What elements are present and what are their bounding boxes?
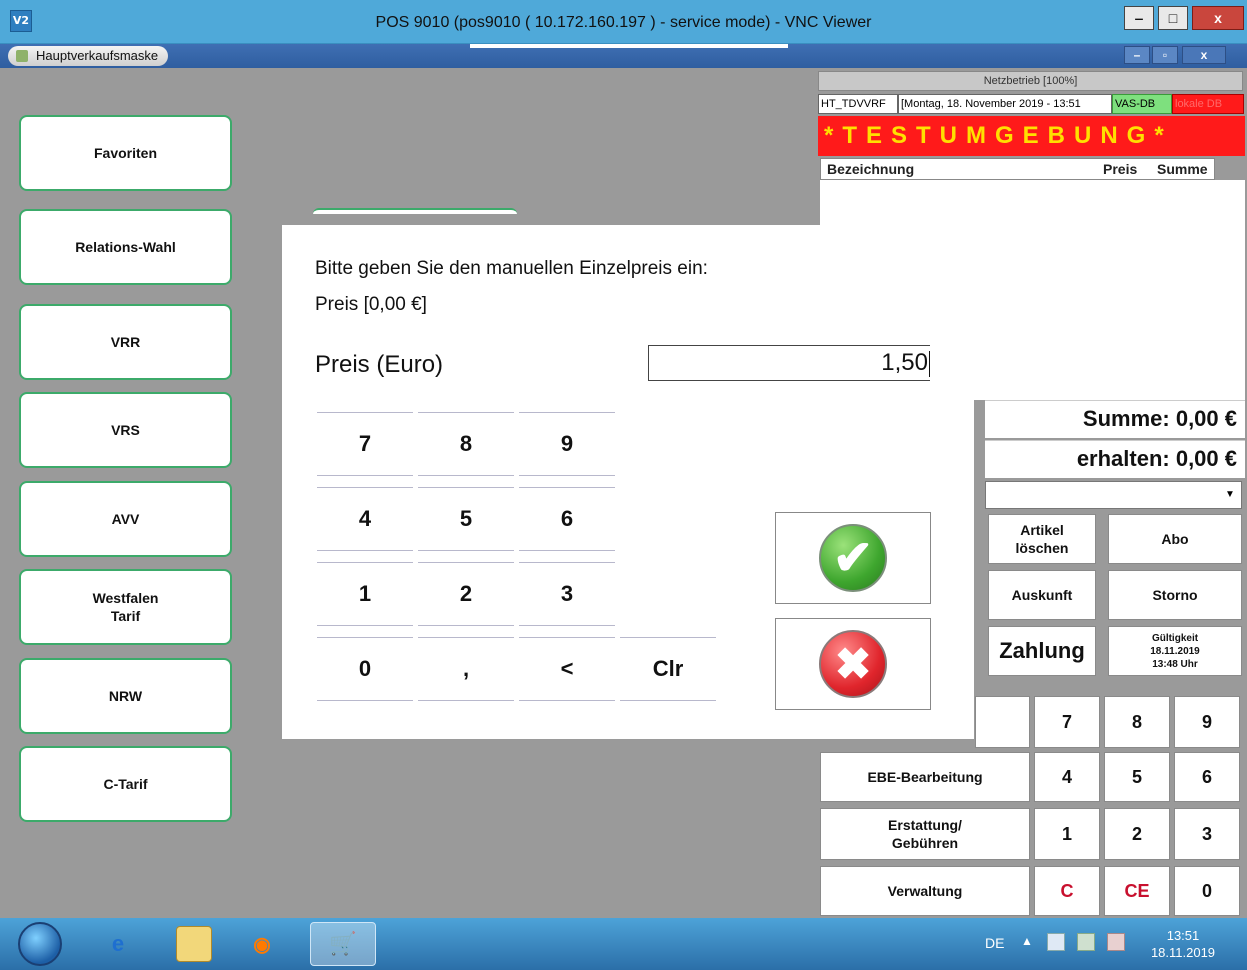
app-restore-button[interactable]: ▫	[1152, 46, 1178, 64]
numpad-5[interactable]: 5	[1104, 752, 1170, 802]
numpad-6[interactable]: 6	[1174, 752, 1240, 802]
gueltigkeit-button[interactable]: Gültigkeit 18.11.2019 13:48 Uhr	[1108, 626, 1242, 676]
verwaltung-button[interactable]: Verwaltung	[820, 866, 1030, 916]
window-title: POS 9010 (pos9010 ( 10.172.160.197 ) - s…	[375, 14, 872, 31]
clear-button[interactable]: C	[1034, 866, 1100, 916]
test-environment-banner: *TESTUMGEBUNG*	[818, 116, 1245, 156]
dialog-key-backspace[interactable]: <	[519, 637, 615, 701]
received-amount: erhalten: 0,00 €	[985, 440, 1245, 478]
local-db-badge: lokale DB	[1172, 94, 1244, 114]
sidebar-item-relations-wahl[interactable]: Relations-Wahl	[19, 209, 232, 285]
abo-button[interactable]: Abo	[1108, 514, 1242, 564]
app-close-button[interactable]: x	[1182, 46, 1226, 64]
taskbar-clock[interactable]: 13:51 18.11.2019	[1147, 927, 1219, 961]
minimize-button[interactable]: ‒	[1124, 6, 1154, 30]
tray-expand-icon[interactable]: ▲	[1021, 934, 1033, 948]
selection-dropdown[interactable]: ▼	[985, 481, 1242, 509]
clock-date: 18.11.2019	[1150, 945, 1216, 960]
col-summe: Summe	[1157, 161, 1208, 177]
price-input-value: 1,50	[881, 349, 928, 376]
vnc-title-bar: V2 POS 9010 (pos9010 ( 10.172.160.197 ) …	[0, 0, 1247, 44]
volume-icon[interactable]	[1107, 933, 1125, 951]
auskunft-button[interactable]: Auskunft	[988, 570, 1096, 620]
price-entry-dialog: Bitte geben Sie den manuellen Einzelprei…	[282, 225, 974, 739]
price-field-label: Preis (Euro)	[315, 351, 444, 378]
dialog-key-4[interactable]: 4	[317, 487, 413, 551]
media-player-icon[interactable]: ◉	[244, 926, 280, 962]
col-preis: Preis	[1103, 161, 1138, 177]
dialog-price-range: Preis [0,00 €]	[315, 294, 427, 315]
dialog-prompt: Bitte geben Sie den manuellen Einzelprei…	[315, 258, 708, 279]
flag-icon[interactable]	[1047, 933, 1065, 951]
col-bezeichnung: Bezeichnung	[827, 161, 915, 177]
numpad-4[interactable]: 4	[1034, 752, 1100, 802]
chevron-down-icon: ▼	[1225, 489, 1235, 500]
numpad-9[interactable]: 9	[1174, 696, 1240, 748]
dialog-key-0[interactable]: 0	[317, 637, 413, 701]
sidebar-item-favoriten[interactable]: Favoriten	[19, 115, 232, 191]
dialog-key-1[interactable]: 1	[317, 562, 413, 626]
app-minimize-button[interactable]: –	[1124, 46, 1150, 64]
numpad-3[interactable]: 3	[1174, 808, 1240, 860]
terminal-id: HT_TDVVRF	[818, 94, 898, 114]
clear-entry-button[interactable]: CE	[1104, 866, 1170, 916]
app-icon	[16, 50, 28, 62]
confirm-button[interactable]: ✔	[775, 512, 931, 604]
text-caret	[929, 350, 930, 377]
language-indicator[interactable]: DE	[985, 935, 1004, 951]
maximize-button[interactable]: □	[1158, 6, 1188, 30]
dialog-key-comma[interactable]: ,	[418, 637, 514, 701]
start-button[interactable]	[18, 922, 62, 966]
numpad-8[interactable]: 8	[1104, 696, 1170, 748]
network-icon[interactable]	[1077, 933, 1095, 951]
obscured-button	[313, 208, 517, 214]
erstattung-gebuehren-button[interactable]: Erstattung/ Gebühren	[820, 808, 1030, 860]
tab-strip	[470, 44, 788, 48]
dialog-key-3[interactable]: 3	[519, 562, 615, 626]
sidebar-item-nrw[interactable]: NRW	[19, 658, 232, 734]
sidebar-item-westfalen-tarif[interactable]: Westfalen Tarif	[19, 569, 232, 645]
internet-explorer-icon[interactable]: e	[100, 926, 136, 962]
file-explorer-icon[interactable]	[176, 926, 212, 962]
numpad-2[interactable]: 2	[1104, 808, 1170, 860]
storno-button[interactable]: Storno	[1108, 570, 1242, 620]
total-sum: Summe: 0,00 €	[985, 400, 1245, 438]
numpad-7[interactable]: 7	[1034, 696, 1100, 748]
dialog-key-7[interactable]: 7	[317, 412, 413, 476]
sidebar-item-avv[interactable]: AVV	[19, 481, 232, 557]
dialog-key-clear[interactable]: Clr	[620, 637, 716, 701]
check-icon: ✔	[819, 524, 887, 592]
dialog-key-5[interactable]: 5	[418, 487, 514, 551]
sidebar-item-vrr[interactable]: VRR	[19, 304, 232, 380]
numpad-0[interactable]: 0	[1174, 866, 1240, 916]
artikel-loeschen-button[interactable]: Artikel löschen	[988, 514, 1096, 564]
tab-label: Hauptverkaufsmaske	[36, 48, 159, 63]
date-time: [Montag, 18. November 2019 - 13:51	[898, 94, 1112, 114]
clock-time: 13:51	[1166, 928, 1200, 943]
cancel-button[interactable]: ✖	[775, 618, 931, 710]
numpad-1[interactable]: 1	[1034, 808, 1100, 860]
price-input[interactable]: 1,50	[648, 345, 930, 381]
dialog-key-8[interactable]: 8	[418, 412, 514, 476]
sidebar-item-c-tarif[interactable]: C-Tarif	[19, 746, 232, 822]
taskbar: e ◉ 🛒 DE ▲ 13:51 18.11.2019	[0, 918, 1247, 970]
dialog-key-6[interactable]: 6	[519, 487, 615, 551]
app-tab-bar: Hauptverkaufsmaske – ▫ x	[0, 44, 1247, 68]
x-icon: ✖	[819, 630, 887, 698]
item-list-header: Bezeichnung Preis Summe	[820, 158, 1215, 180]
sidebar-item-vrs[interactable]: VRS	[19, 392, 232, 468]
close-button[interactable]: x	[1192, 6, 1244, 30]
zahlung-button[interactable]: Zahlung	[988, 626, 1096, 676]
network-status: Netzbetrieb [100%]	[818, 71, 1243, 91]
ebe-bearbeitung-button[interactable]: EBE-Bearbeitung	[820, 752, 1030, 802]
pos-app-taskbar-icon[interactable]: 🛒	[310, 922, 376, 966]
blank-button[interactable]	[975, 696, 1030, 748]
dialog-key-2[interactable]: 2	[418, 562, 514, 626]
dialog-key-9[interactable]: 9	[519, 412, 615, 476]
db-status-badge: VAS-DB	[1112, 94, 1172, 114]
tab-hauptverkaufsmaske[interactable]: Hauptverkaufsmaske	[8, 46, 169, 66]
